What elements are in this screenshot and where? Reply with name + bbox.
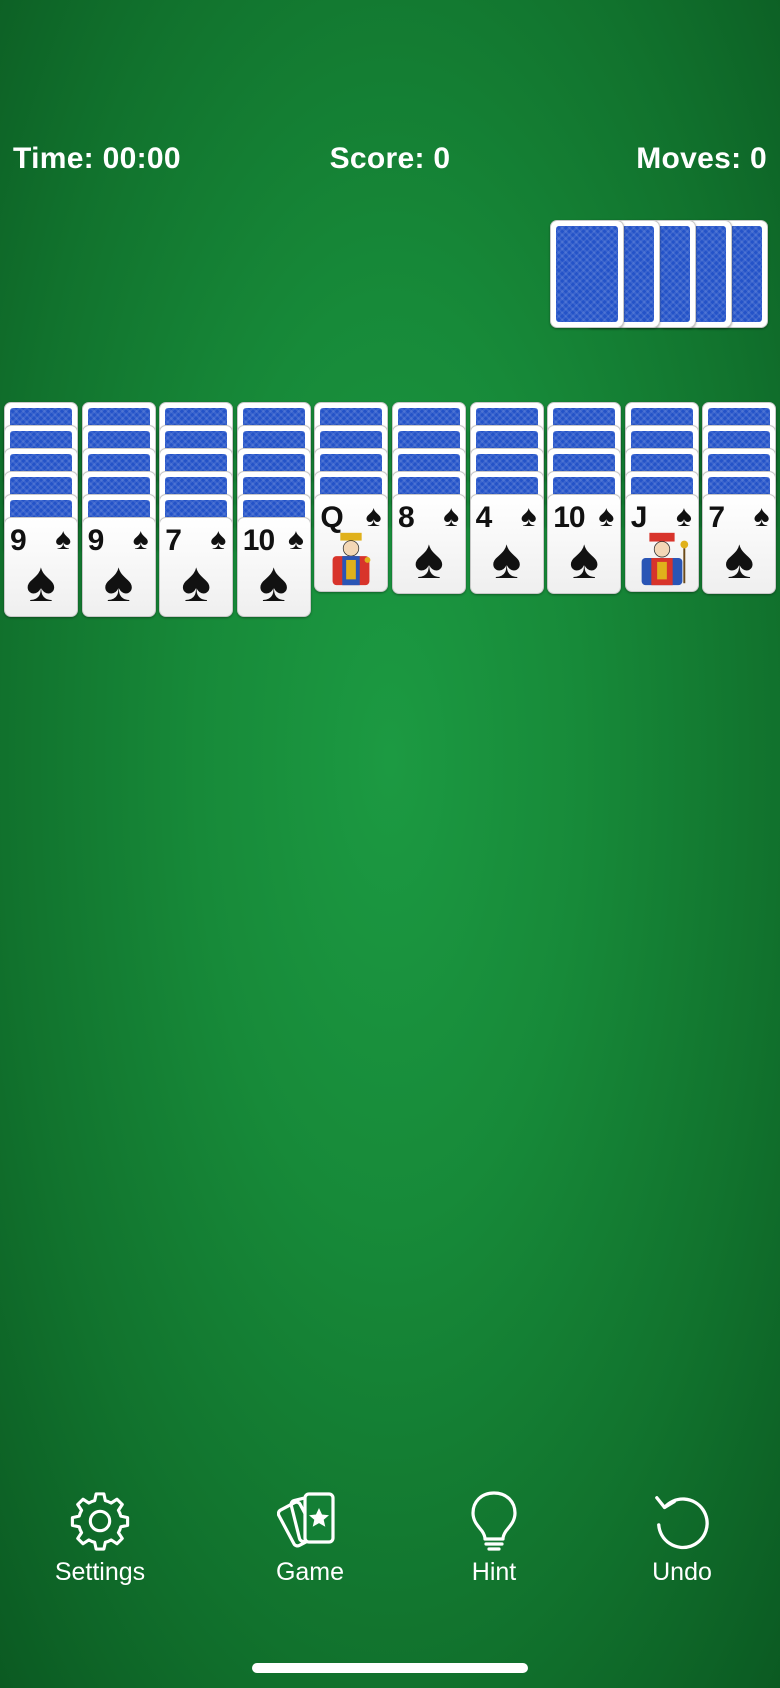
face-up-card[interactable]: 9 ♠ ♠	[4, 517, 78, 617]
spade-icon: ♠	[491, 527, 522, 590]
card-rank: 7	[165, 524, 182, 557]
spade-icon: ♠	[210, 523, 227, 556]
spade-icon: ♠	[414, 527, 444, 590]
card-rank: 9	[10, 524, 27, 557]
tableau: 9 ♠ ♠ 9 ♠ ♠ 7 ♠ ♠ 10 ♠ ♠ Q ♠ 8 ♠ ♠ 4 ♠ ♠ 10 ♠ ♠ J ♠ 7 ♠ ♠	[4, 402, 778, 642]
card-rank: 8	[398, 501, 415, 534]
face-up-card[interactable]: 9 ♠ ♠	[81, 517, 156, 617]
gear-icon	[20, 1490, 180, 1552]
spade-icon: ♠	[753, 500, 770, 533]
spade-icon: ♠	[443, 500, 459, 533]
face-up-card[interactable]: 4 ♠ ♠	[469, 494, 544, 594]
spade-icon: ♠	[598, 500, 615, 533]
lightbulb-icon	[414, 1490, 574, 1552]
spade-icon: ♠	[287, 523, 304, 556]
spade-icon: ♠	[258, 550, 289, 613]
cards-icon	[230, 1490, 390, 1552]
spade-icon: ♠	[55, 523, 71, 556]
stock-pile[interactable]	[550, 220, 770, 330]
face-up-card[interactable]: 7 ♠ ♠	[159, 517, 234, 617]
game-label: Game	[275, 1558, 345, 1586]
undo-icon	[602, 1490, 762, 1552]
stock-card-back	[550, 220, 624, 328]
home-indicator	[252, 1663, 528, 1673]
settings-button[interactable]: Settings	[20, 1490, 180, 1587]
jack-portrait	[630, 530, 694, 588]
face-up-card[interactable]: Q ♠	[314, 494, 389, 592]
queen-portrait	[319, 530, 383, 588]
spade-icon: ♠	[675, 500, 692, 533]
undo-button[interactable]: Undo	[602, 1490, 762, 1587]
spade-icon: ♠	[103, 550, 134, 613]
settings-label: Settings	[54, 1558, 146, 1586]
spade-icon: ♠	[365, 500, 382, 533]
spade-icon: ♠	[520, 500, 537, 533]
card-rank: 9	[87, 524, 105, 557]
game-button[interactable]: Game	[230, 1490, 390, 1587]
face-up-card[interactable]: J ♠	[624, 494, 699, 592]
card-rank: 7	[708, 501, 725, 534]
hint-button[interactable]: Hint	[414, 1490, 574, 1587]
spade-icon: ♠	[569, 527, 600, 590]
hint-label: Hint	[471, 1558, 517, 1586]
moves-display: Moves: 0	[636, 142, 767, 175]
face-up-card[interactable]: 7 ♠ ♠	[702, 494, 777, 594]
card-rank: 4	[475, 501, 493, 534]
face-up-card[interactable]: 10 ♠ ♠	[236, 517, 311, 617]
face-up-card[interactable]: 10 ♠ ♠	[547, 494, 622, 594]
bottom-toolbar: Settings Game Hint Undo	[0, 1490, 780, 1600]
spade-icon: ♠	[132, 523, 149, 556]
face-up-card[interactable]: 8 ♠ ♠	[392, 494, 466, 594]
undo-label: Undo	[652, 1558, 712, 1586]
spade-icon: ♠	[26, 550, 56, 613]
spade-icon: ♠	[181, 550, 212, 613]
spade-icon: ♠	[724, 527, 755, 590]
